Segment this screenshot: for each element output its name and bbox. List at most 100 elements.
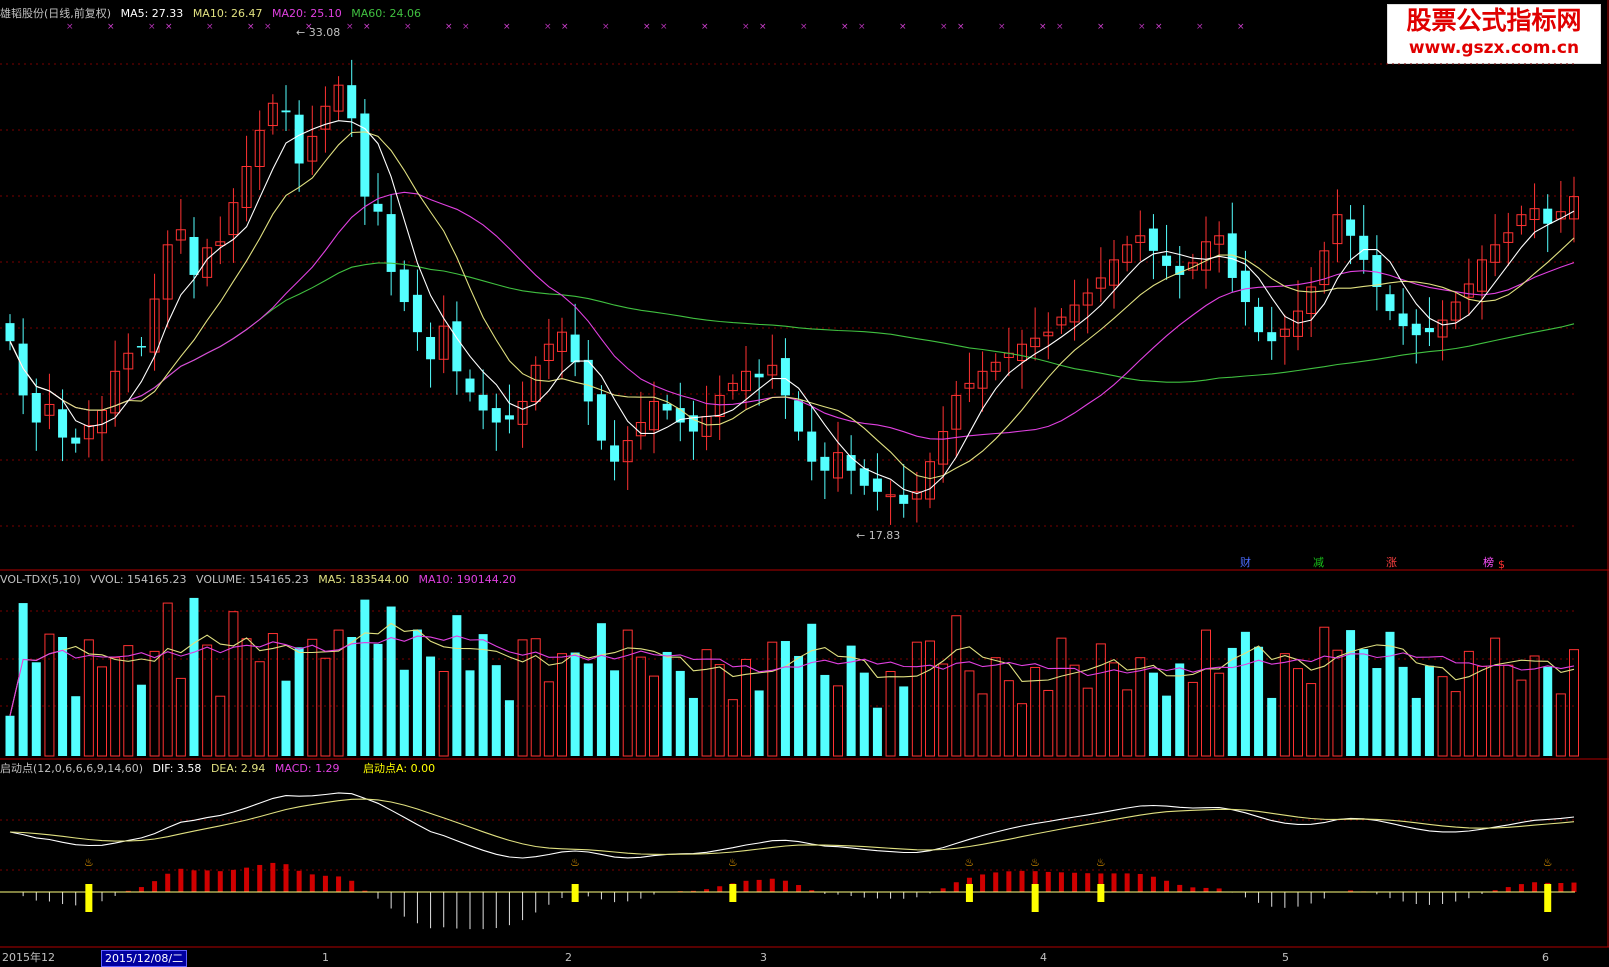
macd-hist-up — [717, 886, 723, 892]
candle-body-down — [412, 294, 422, 333]
candle-body-down — [794, 400, 804, 432]
macd-hist-up — [349, 880, 355, 892]
top-x-mark: × — [643, 22, 651, 32]
volume-bar-up — [438, 670, 449, 757]
axis-month-5: 5 — [1282, 951, 1289, 964]
macd-hist-up — [796, 885, 802, 892]
volume-bar-down — [399, 669, 409, 756]
top-x-mark: × — [1237, 22, 1245, 32]
volume-bar-down — [465, 670, 475, 756]
volume-bar-down — [412, 629, 422, 756]
event-marker-finance[interactable]: 财 — [1240, 556, 1251, 570]
candle-body-down — [71, 437, 81, 444]
candle-body-down — [1359, 235, 1369, 260]
candle-body-down — [347, 85, 357, 119]
candle-body-down — [426, 336, 436, 360]
macd-hist-up — [322, 875, 328, 892]
volume-bar-down — [610, 670, 620, 756]
top-x-mark: × — [503, 22, 511, 32]
macd-hist-up — [1558, 883, 1564, 892]
volume-bar-up — [885, 670, 896, 757]
macd-hist-up — [1111, 873, 1117, 892]
volume-bar-up — [543, 681, 554, 757]
macd-hist-up — [270, 862, 276, 892]
volume-bar-up — [149, 650, 160, 757]
macd-hist-up — [1571, 882, 1577, 892]
volume-bar-up — [977, 693, 988, 757]
startup-flame-icon: ♨ — [728, 856, 738, 869]
volume-bar-down — [820, 674, 830, 756]
volume-bar-up — [938, 663, 949, 757]
volume-bar-down — [1411, 697, 1421, 756]
top-x-mark: × — [462, 22, 470, 32]
candle-body-down — [1543, 208, 1553, 224]
event-marker-reduce[interactable]: 减 — [1313, 556, 1324, 570]
time-axis[interactable]: 2015年12 2015/12/08/二 1 2 3 4 5 6 — [0, 948, 1609, 967]
candle-body-down — [504, 415, 514, 420]
selected-date-box[interactable]: 2015/12/08/二 — [101, 950, 188, 967]
volume-bar-up — [83, 639, 94, 757]
macd-hist-up — [309, 874, 315, 892]
volume-bar-up — [1082, 687, 1093, 757]
volume-bar-up — [228, 611, 239, 757]
volume-bar-up — [1187, 681, 1198, 757]
volume-label: VOLUME: 154165.23 — [196, 573, 309, 586]
candle-body-down — [662, 403, 672, 411]
volume-bar-down — [1346, 630, 1356, 756]
volume-bar-up — [1017, 703, 1027, 757]
event-marker-dollar[interactable]: $ — [1498, 558, 1505, 572]
volume-bar-up — [517, 639, 528, 757]
top-x-mark: × — [957, 22, 965, 32]
volume-bar-up — [1463, 650, 1474, 757]
volume-bar-up — [1279, 653, 1290, 757]
startup-signal-bar — [1097, 884, 1105, 902]
volume-bar-down — [71, 696, 81, 756]
volume-bar-down — [662, 651, 672, 756]
volume-bar-down — [1227, 647, 1237, 756]
volume-bar-up — [1122, 689, 1133, 757]
ma5-line — [9, 120, 1575, 495]
top-x-mark: × — [165, 22, 173, 32]
vol-ma10-label: MA10: 190144.20 — [418, 573, 517, 586]
candle-body-down — [583, 359, 593, 402]
volume-bar-up — [1214, 672, 1225, 757]
candle-body-down — [294, 114, 304, 164]
candle-body-down — [399, 269, 409, 303]
event-marker-limit-up[interactable]: 涨 — [1386, 556, 1397, 570]
candle-body-down — [1346, 219, 1356, 236]
volume-bar-down — [596, 623, 606, 756]
macd-hist-up — [1203, 887, 1209, 892]
volume-bar-up — [1069, 664, 1080, 757]
macd-indicator-name: 启动点(12,0,6,6,6,9,14,60) — [0, 762, 144, 775]
candle-body-down — [610, 445, 620, 462]
volume-bar-up — [1450, 691, 1461, 757]
top-x-mark: × — [445, 22, 453, 32]
macd-info-line: 启动点(12,0,6,6,6,9,14,60) DIF: 3.58 DEA: 2… — [0, 761, 441, 777]
volume-bar-up — [1043, 689, 1054, 757]
top-x-mark: × — [264, 22, 272, 32]
macd-hist-up — [1045, 871, 1051, 892]
dea-label: DEA: 2.94 — [210, 762, 266, 775]
volume-bar-down — [583, 663, 593, 756]
volume-bar-up — [1135, 657, 1146, 757]
volume-bar-up — [649, 675, 659, 757]
volume-bar-up — [215, 695, 226, 757]
kline-chart[interactable]: × × × × × × × × × × × × × × × × × × × × × × × × × × × × × × × × × × × ×♨ ♨ ♨ ♨… — [0, 0, 1609, 967]
volume-bar-up — [925, 640, 935, 757]
top-x-mark: × — [858, 22, 866, 32]
volume-bar-up — [1555, 693, 1566, 757]
candle-body-down — [1385, 294, 1395, 312]
macd-hist-up — [257, 864, 263, 892]
startup-flame-icon: ♨ — [1543, 856, 1553, 869]
candle-body-down — [807, 431, 817, 462]
event-marker-board[interactable]: 榜 — [1483, 556, 1494, 570]
volume-bar-up — [175, 677, 186, 757]
macd-hist-up — [283, 864, 289, 892]
candle-body-down — [1411, 323, 1421, 336]
top-x-mark: × — [940, 22, 948, 32]
volume-bar-down — [426, 656, 436, 756]
low-price-marker: ← 17.83 — [856, 529, 901, 542]
macd-hist-up — [953, 882, 959, 892]
startup-signal-bar — [1544, 884, 1552, 912]
top-x-mark: × — [107, 22, 115, 32]
